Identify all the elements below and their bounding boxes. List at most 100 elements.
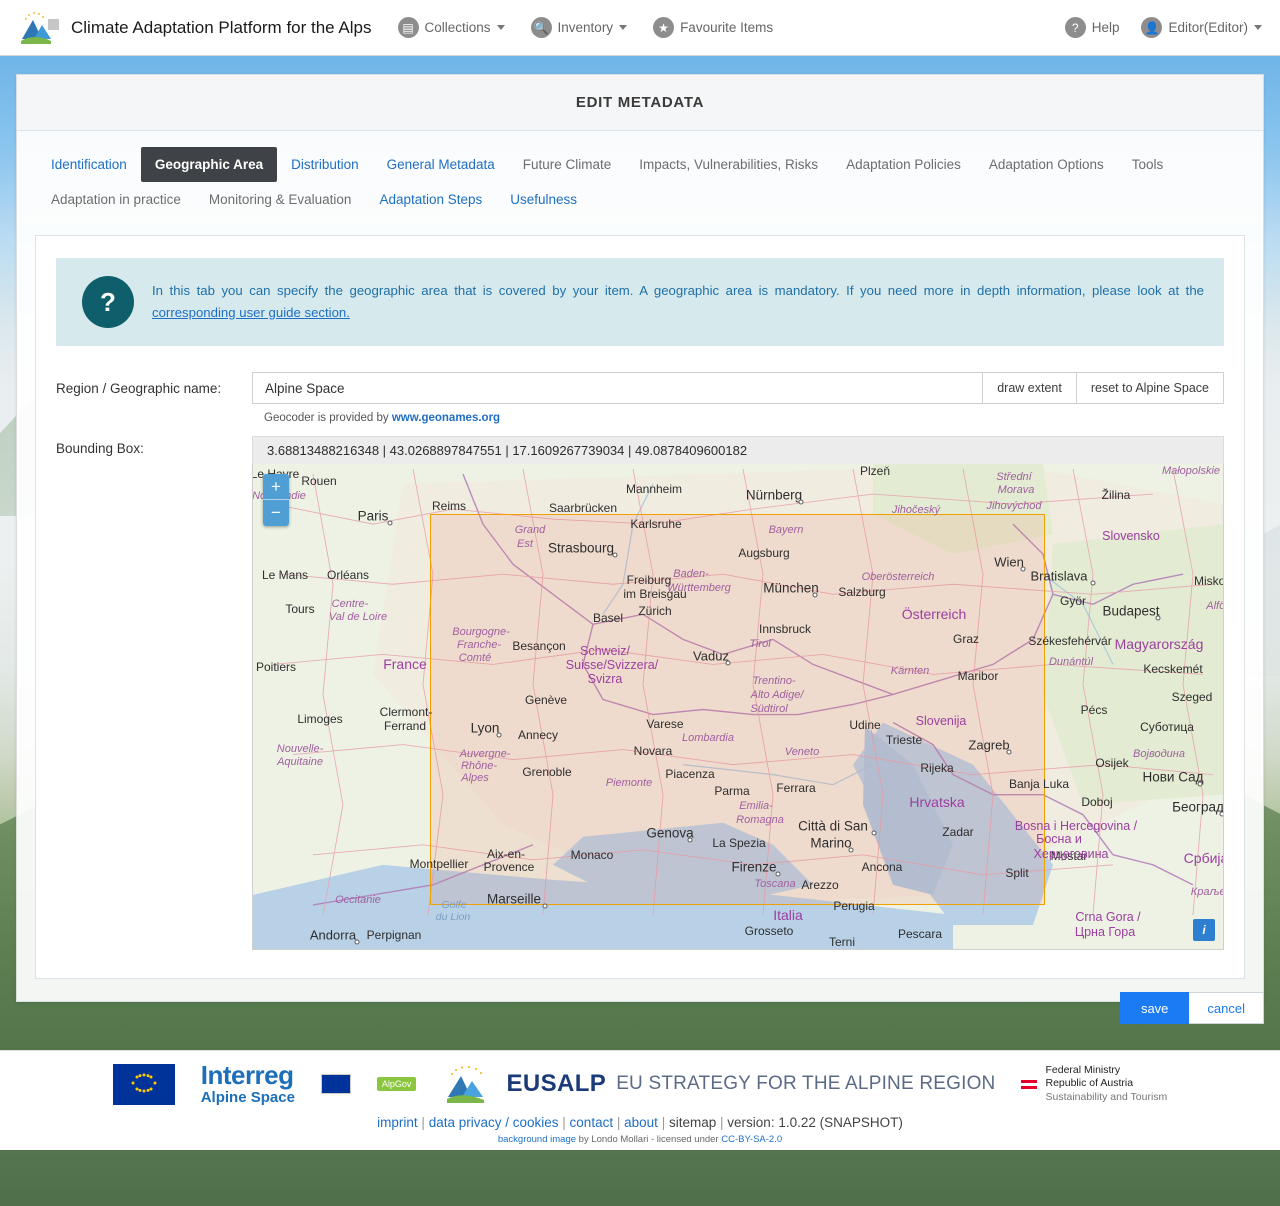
footer-links: imprint | data privacy / cookies | conta… — [377, 1115, 903, 1130]
map-city-marker — [1020, 567, 1025, 572]
ministry-line-2: Republic of Austria — [1045, 1077, 1167, 1090]
map-city-marker — [542, 904, 547, 909]
edit-metadata-card: EDIT METADATA Identification Geographic … — [16, 74, 1264, 1002]
zoom-out-button[interactable]: − — [263, 500, 289, 526]
reset-to-alpine-space-button[interactable]: reset to Alpine Space — [1077, 372, 1224, 404]
ministry-logo: Federal Ministry Republic of Austria Sus… — [1021, 1064, 1167, 1103]
card-header: EDIT METADATA — [17, 75, 1263, 131]
interreg-title: Interreg — [201, 1062, 295, 1089]
separator: | — [562, 1115, 566, 1130]
collections-icon: ▤ — [398, 17, 419, 38]
page-footer: Interreg Alpine Space AlpGov EUSALP E — [0, 1050, 1280, 1150]
tab-monitoring-evaluation[interactable]: Monitoring & Evaluation — [195, 182, 366, 217]
nav-collections-label: Collections — [425, 20, 491, 35]
footer-license-link[interactable]: CC-BY-SA-2.0 — [721, 1134, 782, 1145]
eu-mini-flag-icon — [321, 1074, 351, 1094]
tab-adaptation-options[interactable]: Adaptation Options — [975, 147, 1118, 182]
brand[interactable]: Climate Adaptation Platform for the Alps — [18, 11, 372, 45]
ministry-line-1: Federal Ministry — [1045, 1064, 1167, 1077]
nav-collections[interactable]: ▤ Collections — [398, 17, 505, 38]
geonames-link[interactable]: www.geonames.org — [392, 412, 500, 424]
tab-geographic-area[interactable]: Geographic Area — [141, 147, 277, 182]
footer-link-data-privacy[interactable]: data privacy / cookies — [429, 1115, 559, 1130]
search-icon: 🔍 — [531, 17, 552, 38]
user-menu[interactable]: 👤 Editor(Editor) — [1141, 17, 1262, 38]
form-action-bar: save cancel — [16, 988, 1264, 1028]
separator: | — [617, 1115, 621, 1130]
tab-identification[interactable]: Identification — [37, 147, 141, 182]
user-label: Editor(Editor) — [1168, 20, 1248, 35]
footer-credit-middle: by Londo Mollari - licensed under — [576, 1134, 721, 1145]
interreg-subtitle: Alpine Space — [201, 1090, 295, 1106]
footer-link-sitemap: sitemap — [669, 1115, 716, 1130]
tab-usefulness[interactable]: Usefulness — [496, 182, 591, 217]
footer-version: version: 1.0.22 (SNAPSHOT) — [727, 1115, 903, 1130]
map-city-marker — [1091, 581, 1096, 586]
map-city-marker — [388, 521, 393, 526]
map-attribution-button[interactable]: i — [1193, 919, 1215, 941]
tab-adaptation-policies[interactable]: Adaptation Policies — [832, 147, 975, 182]
chevron-down-icon — [1254, 25, 1262, 30]
footer-credit: background image by Londo Mollari - lice… — [498, 1134, 782, 1145]
top-right-actions: ? Help 👤 Editor(Editor) — [1065, 17, 1262, 38]
tab-impacts-vulnerabilities-risks[interactable]: Impacts, Vulnerabilities, Risks — [625, 147, 832, 182]
user-avatar-icon: 👤 — [1141, 17, 1162, 38]
geocoder-note-text: Geocoder is provided by — [264, 412, 389, 424]
bounding-box-row: Bounding Box: 3.68813488216348 | 43.0268… — [56, 436, 1224, 950]
map-canvas — [253, 464, 1223, 949]
tab-general-metadata[interactable]: General Metadata — [373, 147, 509, 182]
map-city-marker — [849, 848, 854, 853]
map-city-marker — [799, 500, 804, 505]
info-banner-text: In this tab you can specify the geograph… — [152, 276, 1204, 324]
geocoder-note: Geocoder is provided by www.geonames.org — [264, 412, 1224, 424]
alpgov-badge: AlpGov — [377, 1077, 417, 1091]
tab-future-climate[interactable]: Future Climate — [509, 147, 626, 182]
tab-bar: Identification Geographic Area Distribut… — [17, 131, 1263, 225]
ministry-line-3: Sustainability and Tourism — [1045, 1091, 1167, 1104]
cancel-button[interactable]: cancel — [1189, 992, 1264, 1024]
eusalp-mountain-icon — [442, 1064, 496, 1104]
tab-row-1: Identification Geographic Area Distribut… — [37, 147, 1243, 182]
tab-adaptation-steps[interactable]: Adaptation Steps — [365, 182, 496, 217]
tab-adaptation-in-practice[interactable]: Adaptation in practice — [37, 182, 195, 217]
eusalp-logo-group: EUSALP EU STRATEGY FOR THE ALPINE REGION — [442, 1064, 995, 1104]
footer-credit-prefix: background image — [498, 1134, 576, 1145]
eusalp-name: EUSALP — [506, 1070, 606, 1098]
footer-link-contact[interactable]: contact — [570, 1115, 614, 1130]
region-row: Region / Geographic name: draw extent re… — [56, 372, 1224, 424]
zoom-in-button[interactable]: + — [263, 474, 289, 500]
map-city-marker — [613, 553, 618, 558]
tab-tools[interactable]: Tools — [1118, 147, 1178, 182]
platform-logo-icon — [18, 11, 62, 45]
top-navigation-bar: Climate Adaptation Platform for the Alps… — [0, 0, 1280, 56]
bounding-box-label: Bounding Box: — [56, 436, 252, 456]
map-city-marker — [496, 733, 501, 738]
footer-link-about[interactable]: about — [624, 1115, 658, 1130]
eu-flag-icon — [113, 1064, 175, 1105]
map-city-marker — [726, 661, 731, 666]
footer-logos: Interreg Alpine Space AlpGov EUSALP E — [113, 1061, 1168, 1107]
map-city-marker — [1156, 616, 1161, 621]
star-icon: ★ — [653, 17, 674, 38]
page-title: EDIT METADATA — [576, 94, 704, 111]
user-guide-link[interactable]: corresponding user guide section. — [152, 305, 350, 320]
nav-inventory-label: Inventory — [558, 20, 614, 35]
tab-distribution[interactable]: Distribution — [277, 147, 373, 182]
map-city-marker — [1219, 812, 1224, 817]
help-button[interactable]: ? Help — [1065, 17, 1120, 38]
draw-extent-button[interactable]: draw extent — [982, 372, 1077, 404]
region-input[interactable] — [252, 372, 982, 404]
top-nav-items: ▤ Collections 🔍 Inventory ★ Favourite It… — [398, 17, 774, 38]
nav-inventory[interactable]: 🔍 Inventory — [531, 17, 628, 38]
tab-row-2: Adaptation in practice Monitoring & Eval… — [37, 182, 1243, 217]
nav-favourite-items[interactable]: ★ Favourite Items — [653, 17, 773, 38]
map-city-marker — [1198, 782, 1203, 787]
save-button[interactable]: save — [1120, 992, 1189, 1024]
map-city-marker — [1007, 750, 1012, 755]
nav-favourite-items-label: Favourite Items — [680, 20, 773, 35]
geographic-area-panel: ? In this tab you can specify the geogra… — [35, 235, 1245, 979]
map-city-marker — [775, 872, 780, 877]
map-city-marker — [871, 831, 876, 836]
map-viewport[interactable]: + − i Le HavreRouenReimsParisSaarbrücken… — [252, 464, 1224, 950]
footer-link-imprint[interactable]: imprint — [377, 1115, 418, 1130]
